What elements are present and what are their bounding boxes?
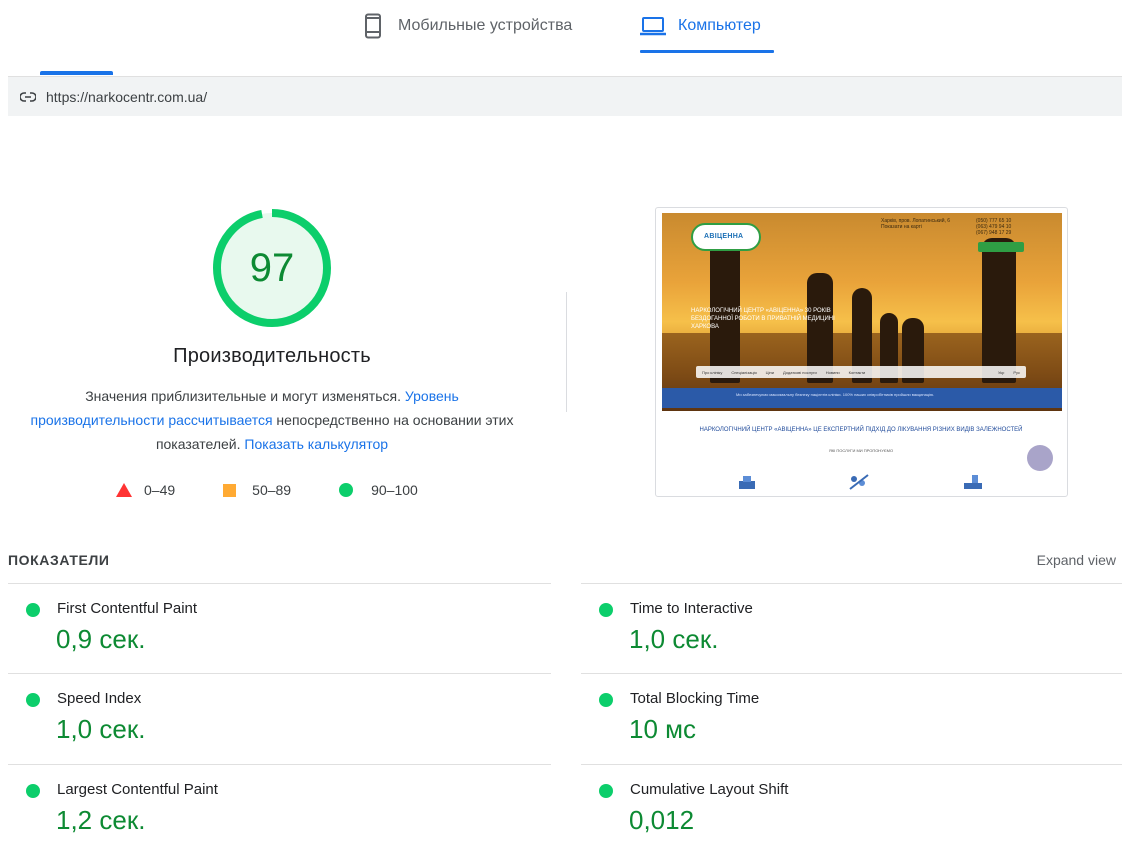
legend-average: 50–89 xyxy=(223,482,291,498)
legend-average-range: 50–89 xyxy=(252,482,292,498)
screenshot-logo-text: АВІЦЕННА xyxy=(704,233,744,240)
analyzed-url: https://narkocentr.com.ua/ xyxy=(46,88,208,105)
metric-value: 0,9 сек. xyxy=(56,624,146,654)
screenshot-lang: Рус xyxy=(1013,369,1020,375)
metric-value: 10 мс xyxy=(629,714,697,744)
show-calculator-link[interactable]: Показать калькулятор xyxy=(244,436,388,452)
device-tabs: Мобильные устройства Компьютер xyxy=(0,0,1122,76)
metric-label: Largest Contentful Paint xyxy=(57,781,218,798)
tab-mobile-label: Мобильные устройства xyxy=(398,17,573,34)
score-legend: 0–49 50–89 90–100 xyxy=(116,482,418,498)
circle-icon xyxy=(339,483,354,497)
screenshot-nav-item: Додаткові послуги xyxy=(782,369,817,375)
active-tab-indicator xyxy=(640,50,774,53)
smartphone-icon xyxy=(360,12,386,40)
pass-dot-icon xyxy=(599,693,613,707)
performance-description: Значения приблизительные и могут изменят… xyxy=(24,384,520,456)
screenshot-nav: Про клініку Спеціалізація Ціни Додаткові… xyxy=(696,366,1026,378)
metric-label: First Contentful Paint xyxy=(57,600,198,617)
screenshot-lang: Укр xyxy=(998,369,1005,375)
pass-dot-icon xyxy=(26,784,40,798)
screenshot-headline: НАРКОЛОГІЧНИЙ ЦЕНТР «АВІЦЕННА» 30 РОКІВ … xyxy=(691,308,835,330)
pass-dot-icon xyxy=(26,603,40,617)
metric-total-blocking-time: Total Blocking Time 10 мс xyxy=(581,674,1101,764)
tab-desktop-label: Компьютер xyxy=(678,17,761,34)
pass-dot-icon xyxy=(599,784,613,798)
triangle-icon xyxy=(116,483,132,497)
legend-fail-range: 0–49 xyxy=(144,482,176,498)
section-indicator xyxy=(40,71,113,75)
screenshot-service-icon xyxy=(964,475,982,489)
screenshot-phone: (067) 948 17 29 xyxy=(976,230,1012,236)
metric-value: 0,012 xyxy=(629,805,695,835)
screenshot-phones: (050) 777 65 10 (063) 479 94 10 (067) 94… xyxy=(976,218,1011,236)
metric-cumulative-layout-shift: Cumulative Layout Shift 0,012 xyxy=(581,765,1101,848)
screenshot-nav-item: Новини xyxy=(825,369,840,375)
legend-pass-range: 90–100 xyxy=(371,482,418,498)
tab-desktop[interactable]: Компьютер xyxy=(640,0,761,52)
screenshot-info-band-text: Ми забезпечуємо максимальну безпеку паці… xyxy=(736,392,935,397)
legend-pass: 90–100 xyxy=(339,482,418,498)
legend-fail: 0–49 xyxy=(116,482,175,498)
screenshot-callback-button xyxy=(978,242,1024,252)
tab-mobile[interactable]: Мобильные устройства xyxy=(360,0,572,52)
square-icon xyxy=(223,483,237,497)
description-text-1: Значения приблизительные и могут изменят… xyxy=(85,388,405,404)
pass-dot-icon xyxy=(599,603,613,617)
screenshot-section-subtitle: ЯКІ ПОСЛУГИ МИ ПРОПОНУЄМО xyxy=(828,448,894,453)
screenshot-address-link: Показати на карті xyxy=(881,224,922,230)
silhouette-figure xyxy=(982,238,1016,383)
metric-largest-contentful-paint: Largest Contentful Paint 1,2 сек. xyxy=(8,765,528,848)
metric-label: Cumulative Layout Shift xyxy=(630,781,789,798)
metric-label: Speed Index xyxy=(57,690,142,707)
laptop-icon xyxy=(640,12,666,40)
final-screenshot: АВІЦЕННА Харків, пров. Лопатинський, 6 П… xyxy=(655,207,1068,497)
screenshot-nav-item: Контакти xyxy=(848,369,866,375)
url-bar: https://narkocentr.com.ua/ xyxy=(8,76,1122,116)
metric-time-to-interactive: Time to Interactive 1,0 сек. xyxy=(581,584,1101,674)
screenshot-nav-item: Про клініку xyxy=(702,369,723,375)
metrics-title: ПОКАЗАТЕЛИ xyxy=(8,552,110,568)
metric-value: 1,2 сек. xyxy=(56,805,146,835)
performance-score: 97 xyxy=(249,245,295,290)
screenshot-nav-item: Ціни xyxy=(765,369,774,375)
expand-view-toggle[interactable]: Expand view xyxy=(1037,552,1116,568)
screenshot-service-icon xyxy=(739,476,755,489)
metric-value: 1,0 сек. xyxy=(56,714,146,744)
pass-dot-icon xyxy=(26,693,40,707)
vertical-divider xyxy=(566,292,567,412)
metric-first-contentful-paint: First Contentful Paint 0,9 сек. xyxy=(8,584,528,674)
screenshot-info-band xyxy=(662,388,1062,408)
metric-value: 1,0 сек. xyxy=(629,624,719,654)
screenshot-service-icon xyxy=(849,474,869,490)
metrics-header: ПОКАЗАТЕЛИ Expand view xyxy=(8,552,1116,572)
performance-title: Производительность xyxy=(173,345,371,367)
screenshot-address: Харків, пров. Лопатинський, 6 Показати н… xyxy=(881,218,950,230)
screenshot-chat-icon xyxy=(1027,445,1053,471)
screenshot-section-title: НАРКОЛОГІЧНИЙ ЦЕНТР «АВІЦЕННА» ЦЕ ЕКСПЕР… xyxy=(699,427,1023,433)
screenshot-nav-item: Спеціалізація xyxy=(731,369,757,375)
metric-speed-index: Speed Index 1,0 сек. xyxy=(8,674,528,764)
metric-label: Time to Interactive xyxy=(630,600,753,617)
link-icon xyxy=(20,91,36,102)
metric-label: Total Blocking Time xyxy=(630,690,760,707)
